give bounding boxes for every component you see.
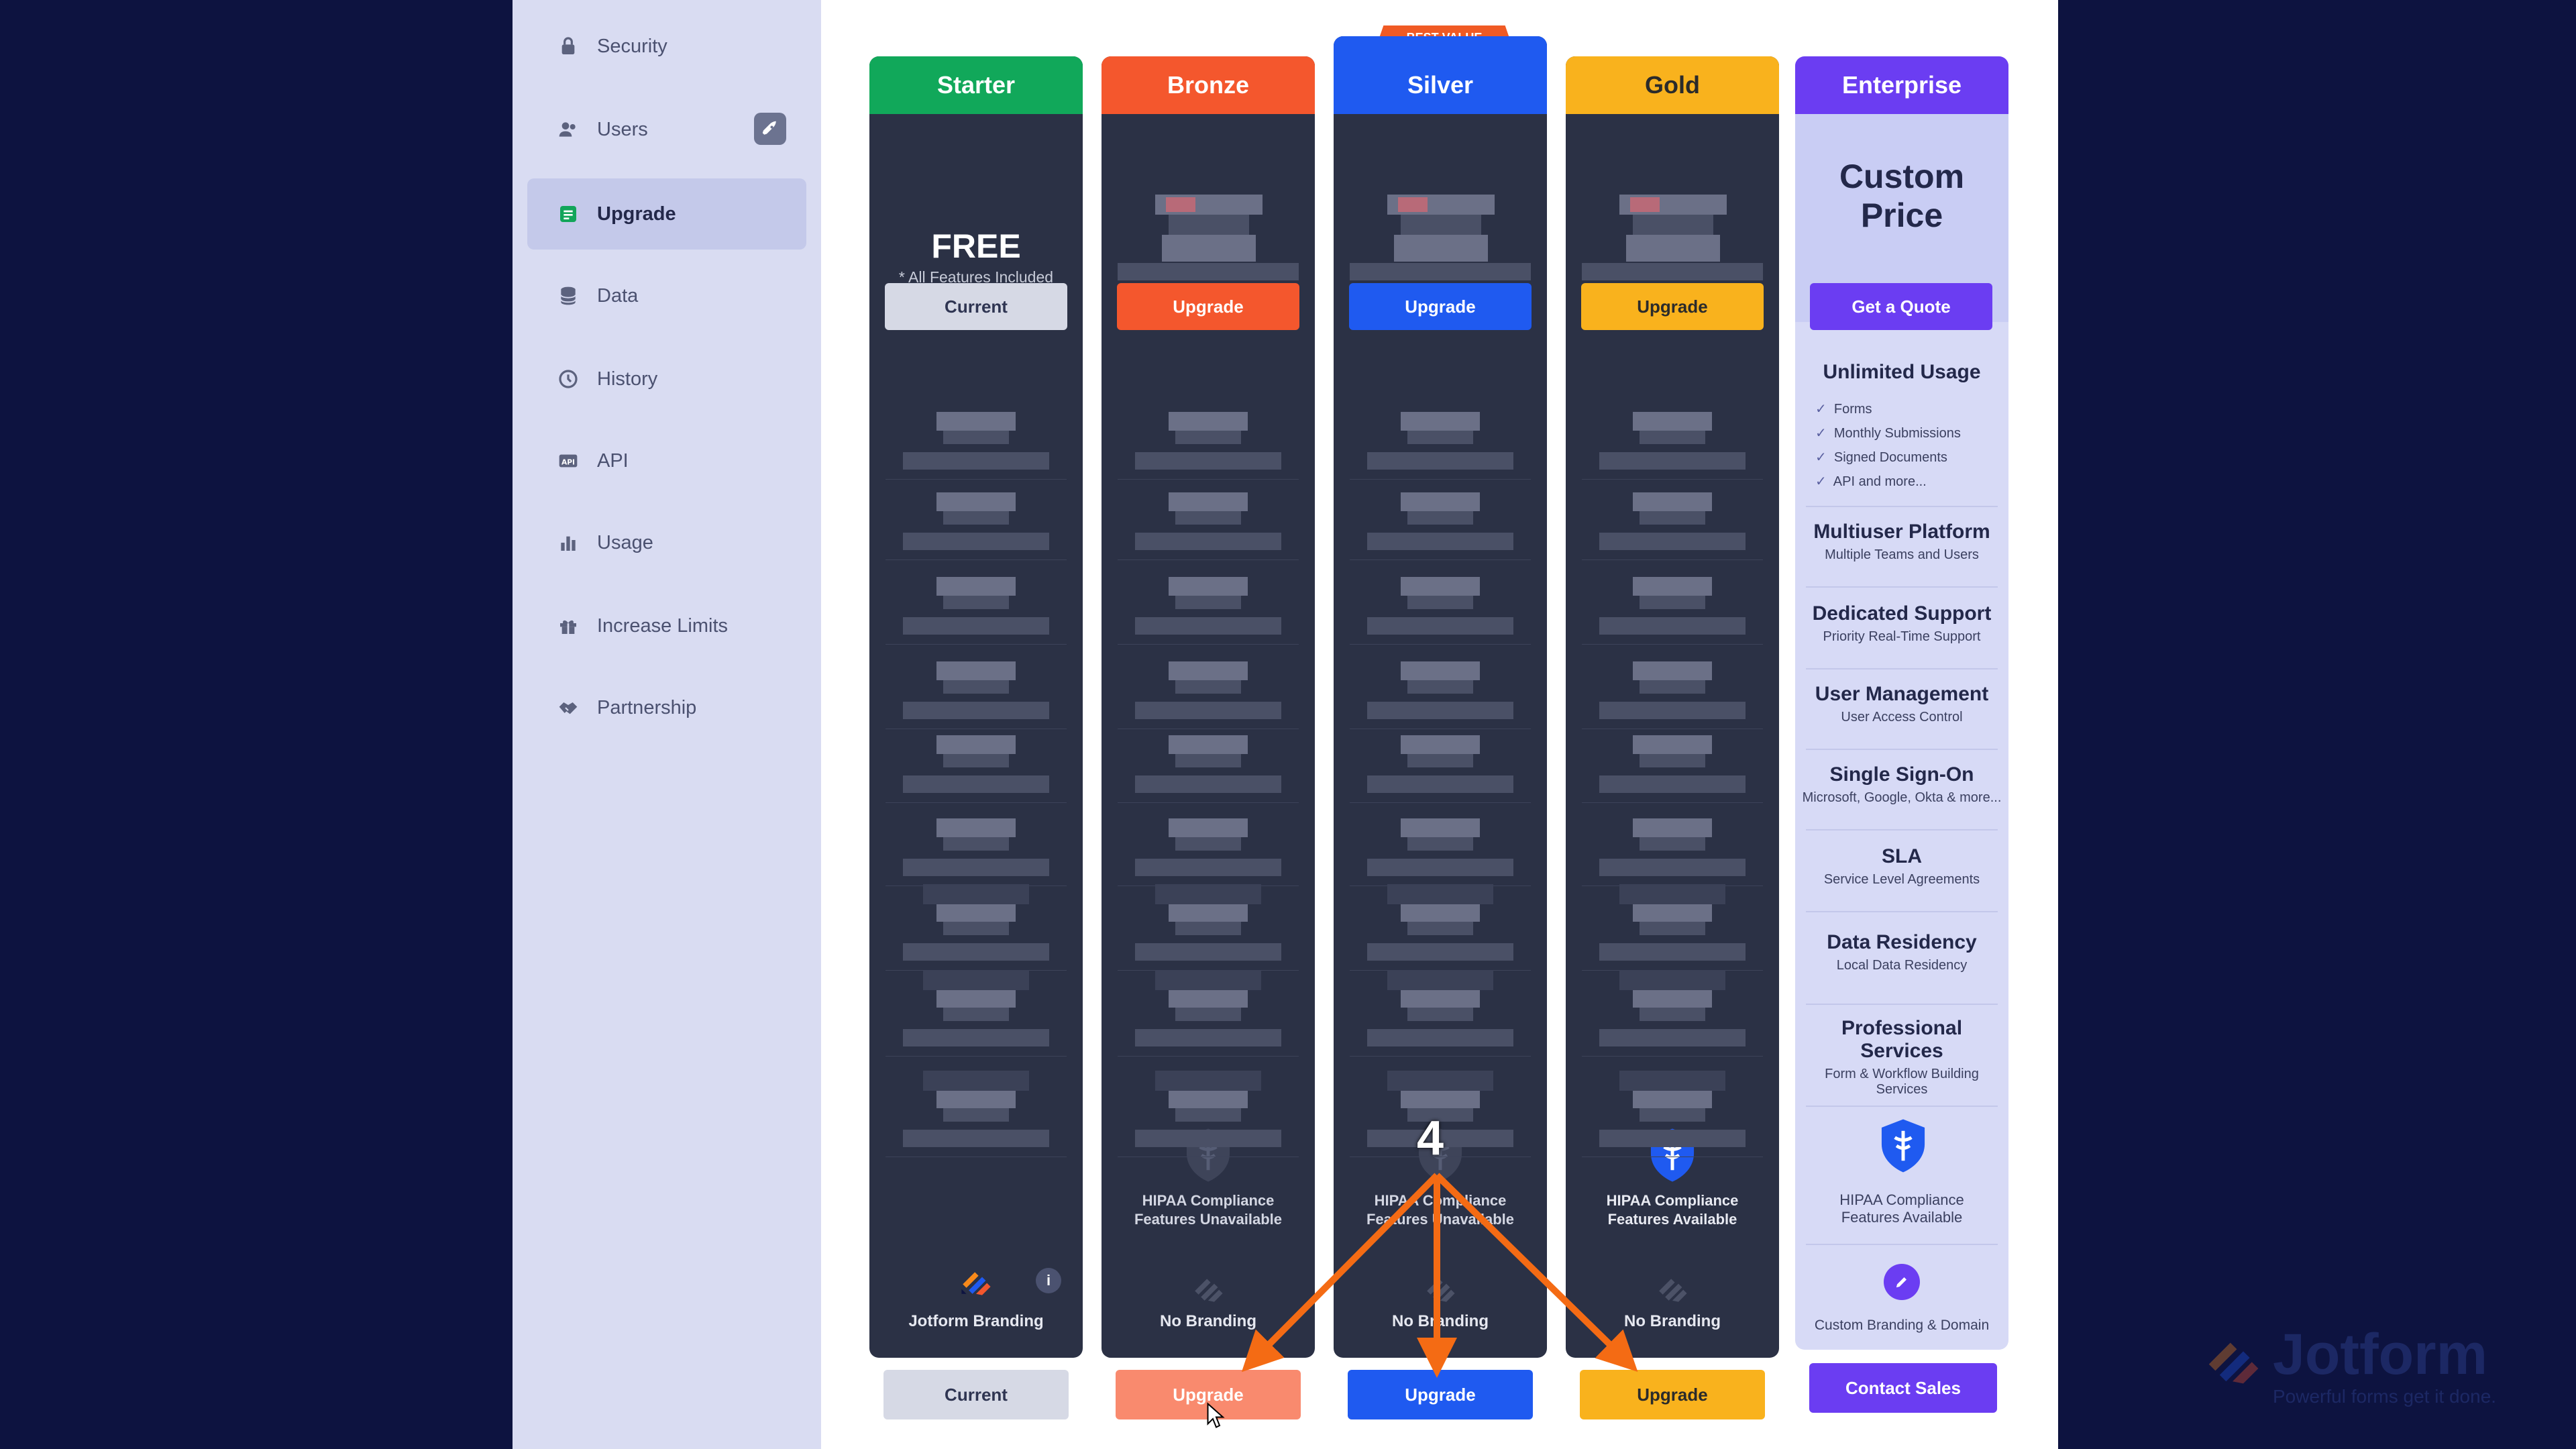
arrow-to-gold xyxy=(1434,1173,1638,1372)
step-number: 4 xyxy=(1417,1112,1444,1165)
watermark-tagline: Powerful forms get it done. xyxy=(2273,1386,2497,1407)
jotform-watermark: Jotform Powerful forms get it done. xyxy=(2200,1322,2536,1409)
jotform-logo-icon xyxy=(2208,1342,2259,1384)
arrow-to-bronze xyxy=(1241,1173,1440,1373)
annotation-arrows xyxy=(1241,1173,1638,1378)
watermark-name: Jotform xyxy=(2273,1322,2488,1387)
